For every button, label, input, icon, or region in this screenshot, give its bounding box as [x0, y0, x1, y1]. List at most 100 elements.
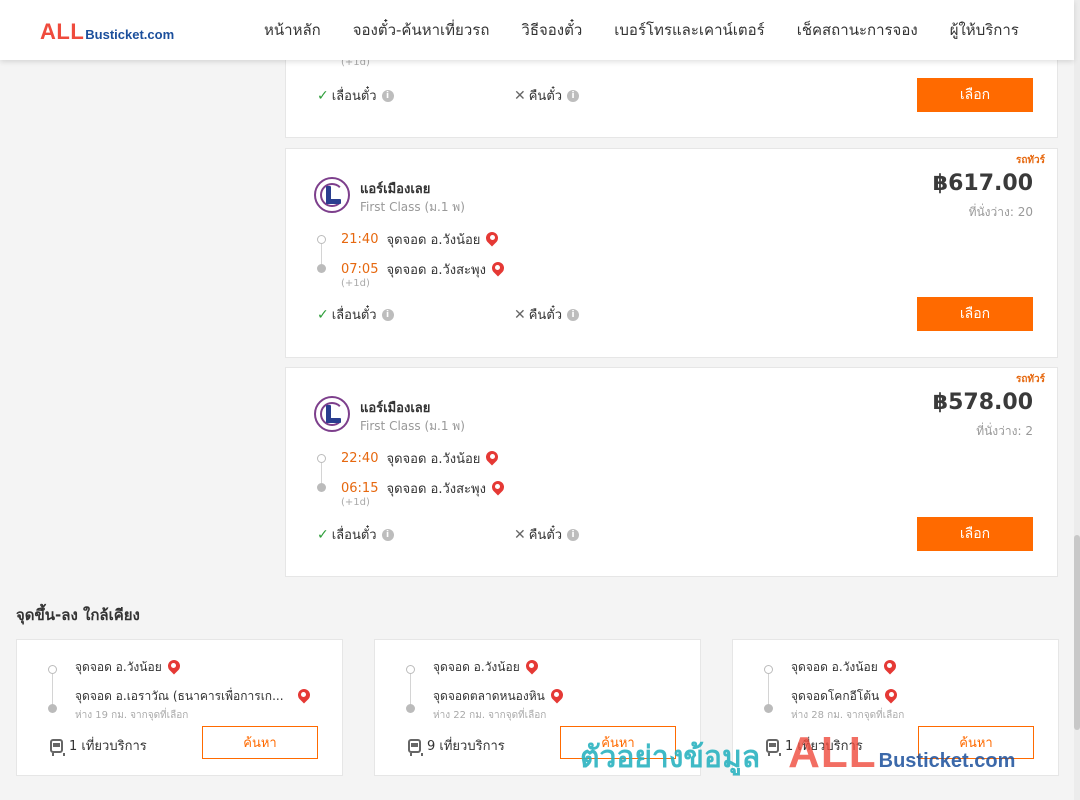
departure-place: จุดจอด อ.วังน้อย — [386, 233, 481, 248]
map-pin-icon[interactable] — [526, 660, 538, 676]
trip-count-label: 1 เที่ยวบริการ — [785, 739, 863, 754]
to-stop-name: จุดจอดโคกอีโต้น — [791, 689, 880, 703]
info-icon[interactable]: i — [567, 308, 580, 321]
cross-icon: ✕ — [514, 306, 526, 323]
departure-time: 21:40 — [341, 232, 379, 247]
map-pin-icon[interactable] — [884, 660, 896, 676]
trip-price: ฿578.00 — [932, 390, 1033, 415]
to-dot — [48, 704, 57, 713]
arrival-place: จุดจอด อ.วังสะพุง — [386, 263, 486, 278]
to-stop: จุดจอด อ.เอราวัณ (ธนาคารเพื่อการเก... — [75, 687, 335, 706]
site-header: ALL Busticket.com หน้าหลัก จองตั๋ว-ค้นหา… — [0, 0, 1074, 60]
departure-dot — [317, 235, 326, 244]
operator-logo — [314, 396, 350, 432]
map-pin-icon[interactable] — [492, 481, 504, 497]
departure-stop: 22:40 จุดจอด อ.วังน้อย — [341, 448, 498, 469]
arrival-stop: 07:05 จุดจอด อ.วังสะพุง — [341, 259, 504, 280]
nav-phone-counter[interactable]: เบอร์โทรและเคาน์เตอร์ — [598, 18, 780, 42]
trip-card: รถทัวร์ แอร์เมืองเลย First Class (ม.1 พ)… — [285, 148, 1058, 358]
route-line — [321, 244, 322, 264]
from-dot — [48, 665, 57, 674]
map-pin-icon[interactable] — [492, 262, 504, 278]
nav-operators[interactable]: ผู้ให้บริการ — [934, 18, 1035, 42]
operator-name: แอร์เมืองเลย — [360, 401, 431, 416]
arrival-place: จุดจอด อ.วังสะพุง — [386, 482, 486, 497]
map-pin-icon[interactable] — [486, 451, 498, 467]
next-day-label: (+1d) — [341, 497, 370, 508]
scrollbar-thumb[interactable] — [1074, 535, 1080, 730]
main-nav: หน้าหลัก จองตั๋ว-ค้นหาเที่ยวรถ วิธีจองตั… — [248, 0, 1035, 60]
seat-class: First Class (ม.1 พ) — [360, 200, 465, 214]
trip-count-label: 9 เที่ยวบริการ — [427, 739, 505, 754]
nearby-stop-card: จุดจอด อ.วังน้อย จุดจอด อ.เอราวัณ (ธนาคา… — [16, 639, 343, 776]
map-pin-icon[interactable] — [486, 232, 498, 248]
to-dot — [764, 704, 773, 713]
seat-class: First Class (ม.1 พ) — [360, 419, 465, 433]
route-line — [410, 674, 411, 705]
info-icon[interactable]: i — [381, 308, 394, 321]
reschedule-label: เลื่อนตั๋ว — [331, 308, 377, 323]
reschedule-option: ✓ เลื่อนตั๋ว i — [317, 304, 394, 325]
cross-icon: ✕ — [514, 526, 526, 543]
info-icon[interactable]: i — [567, 528, 580, 541]
cross-icon: ✕ — [514, 87, 526, 104]
map-pin-icon[interactable] — [298, 689, 310, 705]
bus-type-tag: รถทัวร์ — [1015, 374, 1045, 385]
info-icon[interactable]: i — [567, 89, 580, 102]
search-button[interactable]: ค้นหา — [560, 726, 676, 759]
trip-count: 1 เที่ยวบริการ — [50, 735, 147, 756]
trip-card: รถทัวร์ แอร์เมืองเลย First Class (ม.1 พ)… — [285, 367, 1058, 577]
nav-booking-status[interactable]: เช็คสถานะการจอง — [781, 18, 934, 42]
map-pin-icon[interactable] — [551, 689, 563, 705]
search-button[interactable]: ค้นหา — [202, 726, 318, 759]
nearby-stop-card: จุดจอด อ.วังน้อย จุดจอดโคกอีโต้น ห่าง 28… — [732, 639, 1059, 776]
to-stop: จุดจอดตลาดหนองหิน — [433, 687, 693, 706]
departure-place: จุดจอด อ.วังน้อย — [386, 452, 481, 467]
refund-option: ✕ คืนตั๋ว i — [514, 85, 580, 106]
distance-label: ห่าง 28 กม. จากจุดที่เลือก — [791, 710, 905, 721]
refund-option: ✕ คืนตั๋ว i — [514, 304, 580, 325]
map-pin-icon[interactable] — [168, 660, 180, 676]
distance-label: ห่าง 19 กม. จากจุดที่เลือก — [75, 710, 189, 721]
logo-busticket-text: Busticket.com — [85, 27, 175, 42]
arrival-stop: 06:15 จุดจอด อ.วังสะพุง — [341, 478, 504, 499]
check-icon: ✓ — [317, 526, 329, 543]
nav-how-to-book[interactable]: วิธีจองตั๋ว — [505, 18, 598, 42]
to-stop: จุดจอดโคกอีโต้น — [791, 687, 1051, 706]
check-icon: ✓ — [317, 306, 329, 323]
map-pin-icon[interactable] — [885, 689, 897, 705]
from-stop-name: จุดจอด อ.วังน้อย — [75, 660, 162, 674]
info-icon[interactable]: i — [381, 528, 394, 541]
operator-logo — [314, 177, 350, 213]
trip-count: 9 เที่ยวบริการ — [408, 735, 505, 756]
arrival-dot — [317, 264, 326, 273]
refund-label: คืนตั๋ว — [528, 308, 563, 323]
seats-available: ที่นั่งว่าง: 20 — [968, 205, 1033, 219]
info-icon[interactable]: i — [381, 89, 394, 102]
from-stop-name: จุดจอด อ.วังน้อย — [433, 660, 520, 674]
reschedule-label: เลื่อนตั๋ว — [331, 89, 377, 104]
from-stop: จุดจอด อ.วังน้อย — [433, 658, 538, 677]
to-dot — [406, 704, 415, 713]
bus-icon — [408, 738, 423, 756]
seats-available: ที่นั่งว่าง: 2 — [976, 424, 1033, 438]
search-button[interactable]: ค้นหา — [918, 726, 1034, 759]
select-button[interactable]: เลือก — [917, 517, 1033, 551]
distance-label: ห่าง 22 กม. จากจุดที่เลือก — [433, 710, 547, 721]
bus-type-tag: รถทัวร์ — [1015, 155, 1045, 166]
site-logo[interactable]: ALL Busticket.com — [40, 19, 174, 45]
nav-book-search[interactable]: จองตั๋ว-ค้นหาเที่ยวรถ — [337, 18, 506, 42]
trip-count: 1 เที่ยวบริการ — [766, 735, 863, 756]
nav-home[interactable]: หน้าหลัก — [248, 18, 337, 42]
route-line — [768, 674, 769, 705]
departure-stop: 21:40 จุดจอด อ.วังน้อย — [341, 229, 498, 250]
bus-icon — [50, 738, 65, 756]
select-button[interactable]: เลือก — [917, 297, 1033, 331]
reschedule-label: เลื่อนตั๋ว — [331, 528, 377, 543]
nearby-stops-title: จุดขึ้น-ลง ใกล้เคียง — [16, 606, 140, 624]
reschedule-option: ✓ เลื่อนตั๋ว i — [317, 524, 394, 545]
operator-name: แอร์เมืองเลย — [360, 182, 431, 197]
select-button[interactable]: เลือก — [917, 78, 1033, 112]
from-stop: จุดจอด อ.วังน้อย — [791, 658, 896, 677]
check-icon: ✓ — [317, 87, 329, 104]
